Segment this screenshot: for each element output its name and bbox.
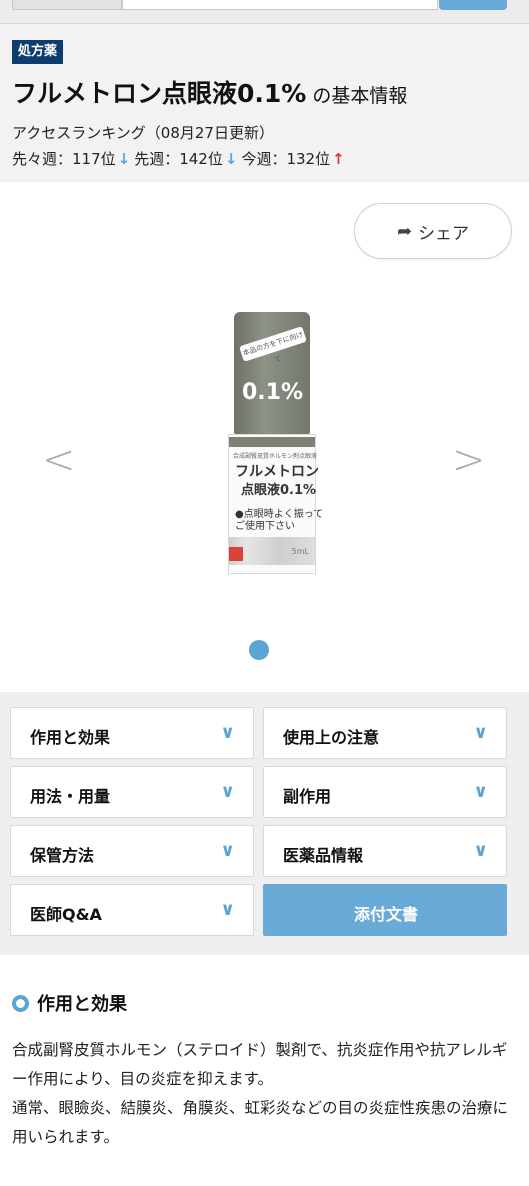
search-bar xyxy=(0,0,529,24)
bottle-name-line1: フルメトロン xyxy=(235,464,319,480)
menu-label: 使用上の注意 xyxy=(283,728,380,747)
cap-percent: 0.1% xyxy=(242,380,304,405)
menu-label: 医薬品情報 xyxy=(283,846,364,865)
arrow-down-icon: ↓ xyxy=(117,150,131,168)
rank-prev: 先週：142位 xyxy=(134,150,223,168)
bottle-note-line1: ●点眼時よく振って xyxy=(235,509,324,520)
section-heading: 作用と効果 xyxy=(12,990,127,1016)
menu-storage[interactable]: 保管方法 ∨ xyxy=(10,825,254,877)
bottle-small-text: 合成副腎皮質ホルモン剤点眼液 xyxy=(233,453,318,460)
section-title: 作用と効果 xyxy=(37,994,127,1015)
arrow-down-icon: ↓ xyxy=(224,150,238,168)
menu-label: 用法・用量 xyxy=(30,787,111,806)
info-menu: 作用と効果 ∨ 使用上の注意 ∨ 用法・用量 ∨ 副作用 ∨ 保管方法 ∨ 医薬… xyxy=(0,692,529,955)
section-body: 合成副腎皮質ホルモン（ステロイド）製剤で、抗炎症作用や抗アレルギー作用により、目… xyxy=(12,1036,517,1152)
search-button[interactable] xyxy=(439,0,507,10)
bottle-cap: 本品の方を下に向けて 0.1% xyxy=(234,312,310,434)
bottle-name-line2: 点眼液0.1% xyxy=(241,483,317,498)
menu-label: 副作用 xyxy=(283,787,332,806)
menu-label: 保管方法 xyxy=(30,846,95,865)
drug-name: フルメトロン点眼液0.1% xyxy=(12,79,307,108)
arrow-up-icon: ↑ xyxy=(332,150,345,168)
product-image: 本品の方を下に向けて 0.1% 合成副腎皮質ホルモン剤点眼液 フルメトロン 点眼… xyxy=(226,312,323,574)
chevron-down-icon: ∨ xyxy=(220,899,235,920)
page-title: フルメトロン点眼液0.1% の基本情報 xyxy=(12,74,407,110)
menu-precautions[interactable]: 使用上の注意 ∨ xyxy=(263,707,507,759)
share-arrow-icon: ➦ xyxy=(396,220,413,242)
chevron-down-icon: ∨ xyxy=(473,840,488,861)
title-suffix: の基本情報 xyxy=(312,85,408,107)
prescription-badge: 処方薬 xyxy=(12,40,64,64)
chevron-down-icon: ∨ xyxy=(220,781,235,802)
carousel-prev-button[interactable]: < xyxy=(42,440,76,480)
bottle-body: 合成副腎皮質ホルモン剤点眼液 フルメトロン 点眼液0.1% ●点眼時よく振って … xyxy=(228,434,323,574)
ranking-heading: アクセスランキング（08月27日更新） xyxy=(12,124,274,142)
rank-prev-prev: 先々週：117位 xyxy=(12,150,116,168)
rank-current: 今週：132位 xyxy=(241,150,331,168)
menu-side-effects[interactable]: 副作用 ∨ xyxy=(263,766,507,818)
package-insert-label: 添付文書 xyxy=(353,905,418,924)
menu-label: 作用と効果 xyxy=(30,728,111,747)
menu-dosage[interactable]: 用法・用量 ∨ xyxy=(10,766,254,818)
share-label: シェア xyxy=(418,223,470,244)
carousel-indicator-dot[interactable] xyxy=(249,640,269,660)
carousel-next-button[interactable]: > xyxy=(452,440,486,480)
ranking-line: 先々週：117位 ↓ 先週：142位 ↓ 今週：132位 ↑ xyxy=(12,148,345,169)
search-input[interactable] xyxy=(122,0,438,10)
bottle-note: ●点眼時よく振って ご使用下さい xyxy=(235,509,323,533)
menu-drug-info[interactable]: 医薬品情報 ∨ xyxy=(263,825,507,877)
section-paragraph: 合成副腎皮質ホルモン（ステロイド）製剤で、抗炎症作用や抗アレルギー作用により、目… xyxy=(12,1041,509,1146)
menu-doctor-qa[interactable]: 医師Q&A ∨ xyxy=(10,884,254,936)
drug-header: 処方薬 フルメトロン点眼液0.1% の基本情報 アクセスランキング（08月27日更… xyxy=(0,24,529,182)
bottle-volume: 5mL xyxy=(291,547,309,556)
menu-effects[interactable]: 作用と効果 ∨ xyxy=(10,707,254,759)
chevron-down-icon: ∨ xyxy=(220,722,235,743)
menu-label: 医師Q&A xyxy=(30,905,102,924)
share-button[interactable]: ➦ シェア xyxy=(354,203,512,259)
chevron-down-icon: ∨ xyxy=(220,840,235,861)
chevron-down-icon: ∨ xyxy=(473,781,488,802)
bottle-red-mark xyxy=(229,547,243,561)
bottle-note-line2: ご使用下さい xyxy=(235,521,295,532)
cap-label: 本品の方を下に向けて xyxy=(239,326,307,364)
bottle-band xyxy=(229,437,315,447)
package-insert-button[interactable]: 添付文書 xyxy=(263,884,507,936)
search-category-select[interactable] xyxy=(12,0,122,10)
circle-bullet-icon xyxy=(12,994,29,1012)
chevron-down-icon: ∨ xyxy=(473,722,488,743)
